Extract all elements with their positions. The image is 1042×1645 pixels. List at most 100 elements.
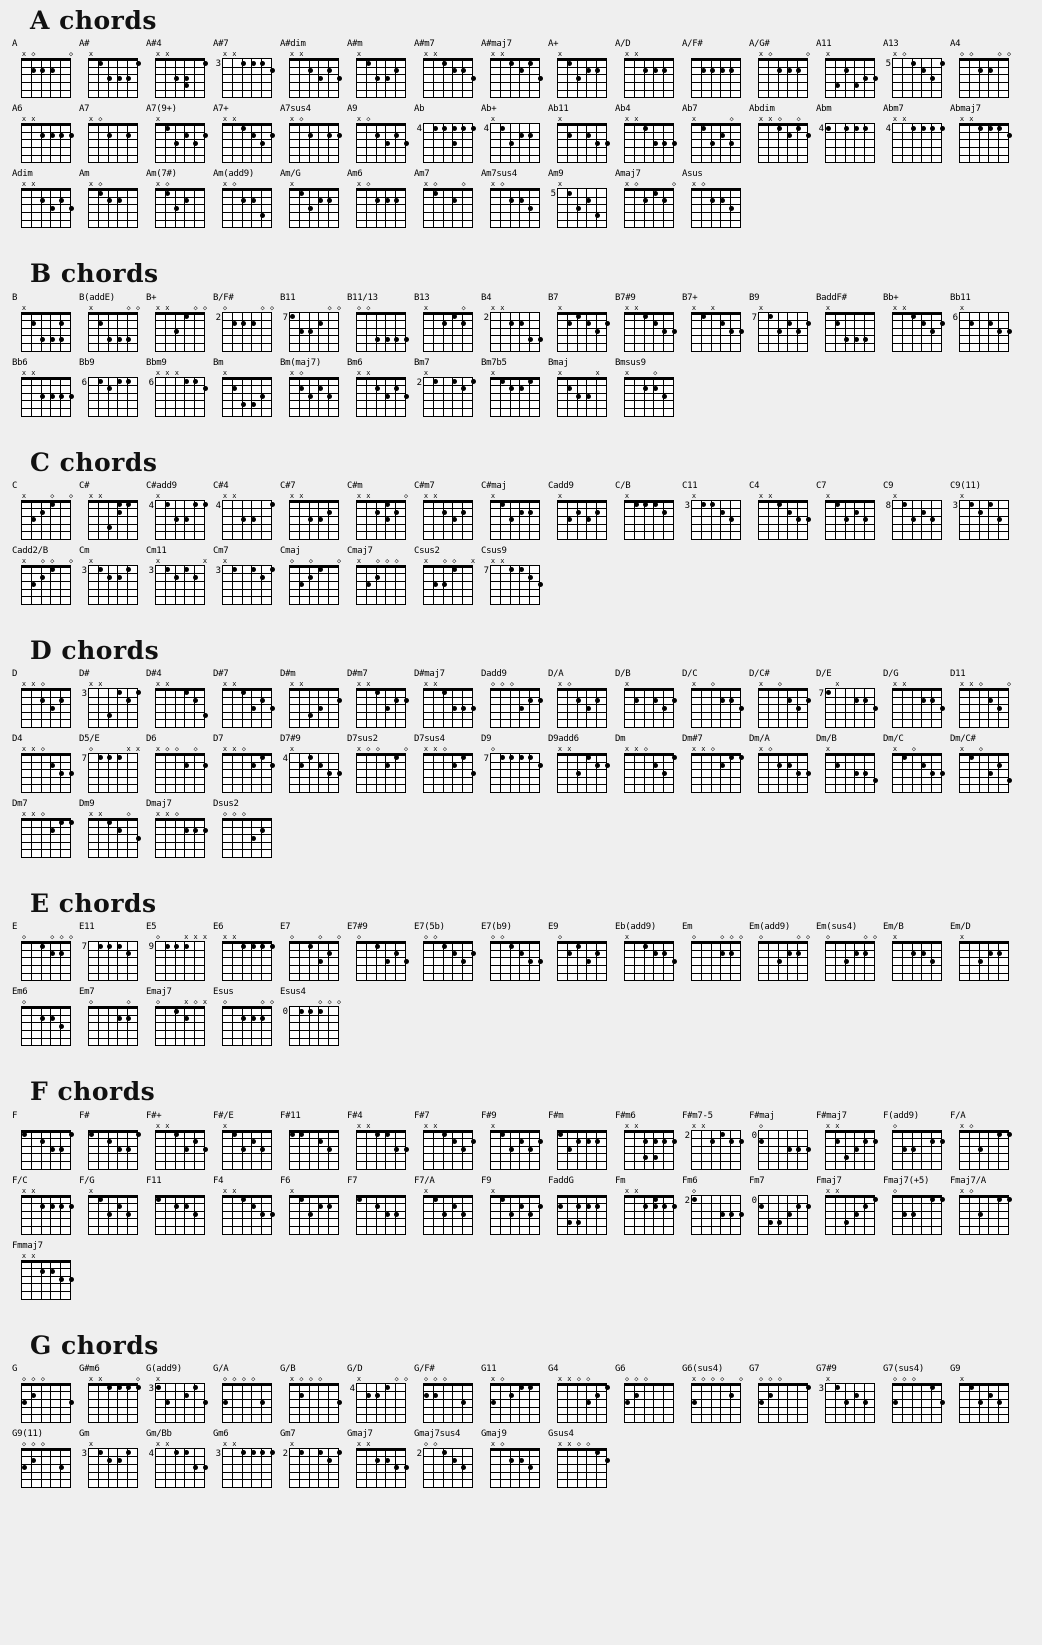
chord-cell[interactable]: A7sus40x◇: [280, 105, 347, 170]
chord-cell[interactable]: Bb9 6: [79, 358, 146, 424]
chord-cell[interactable]: G40xx◇◇: [548, 1364, 615, 1430]
chord-cell[interactable]: F#m60xx: [615, 1111, 682, 1177]
chord-cell[interactable]: A+0x: [548, 40, 615, 105]
chord-cell[interactable]: G90x: [950, 1364, 1017, 1430]
chord-cell[interactable]: A#maj70xx: [481, 40, 548, 105]
chord-cell[interactable]: A110x: [816, 40, 883, 105]
chord-cell[interactable]: FaddG0: [548, 1176, 615, 1242]
chord-cell[interactable]: Cm11 3 x x: [146, 546, 213, 612]
chord-cell[interactable]: Dadd90◇◇◇: [481, 670, 548, 735]
chord-cell[interactable]: F#90x: [481, 1111, 548, 1177]
chord-cell[interactable]: Gm7 2 x: [280, 1429, 347, 1495]
chord-cell[interactable]: C#maj0x: [481, 481, 548, 547]
chord-cell[interactable]: Cadd2/B0x◇◇◇: [12, 546, 79, 612]
chord-cell[interactable]: Gsus40xx◇◇: [548, 1429, 615, 1495]
chord-cell[interactable]: Ab70x◇: [682, 105, 749, 170]
chord-cell[interactable]: G110x◇: [481, 1364, 548, 1430]
chord-cell[interactable]: D9add60xx: [548, 735, 615, 800]
chord-cell[interactable]: Em/D0x: [950, 923, 1017, 988]
chord-cell[interactable]: E7(b9)0◇◇: [481, 923, 548, 988]
chord-cell[interactable]: C11 3 x: [682, 481, 749, 547]
chord-cell[interactable]: A/D0xx: [615, 40, 682, 105]
chord-cell[interactable]: E70◇◇◇: [280, 923, 347, 988]
chord-cell[interactable]: F60x: [280, 1176, 347, 1242]
chord-cell[interactable]: Fm0xx: [615, 1176, 682, 1242]
chord-cell[interactable]: C#add9 4 x: [146, 481, 213, 547]
chord-cell[interactable]: Adim0xx: [12, 170, 79, 235]
chord-cell[interactable]: D/A0x◇: [548, 670, 615, 735]
chord-cell[interactable]: D40xx◇: [12, 735, 79, 800]
chord-cell[interactable]: D/C0x◇: [682, 670, 749, 735]
chord-cell[interactable]: Emaj70◇x◇x: [146, 988, 213, 1053]
chord-cell[interactable]: F70: [347, 1176, 414, 1242]
chord-cell[interactable]: D7#9 4 x: [280, 735, 347, 800]
chord-cell[interactable]: Abm 4: [816, 105, 883, 170]
chord-cell[interactable]: B11 7 ◇ ◇: [280, 293, 347, 359]
chord-cell[interactable]: Fmaj7(+5)0◇: [883, 1176, 950, 1242]
chord-cell[interactable]: F90x: [481, 1176, 548, 1242]
chord-cell[interactable]: Dm0xx◇: [615, 735, 682, 800]
chord-cell[interactable]: B(addE)0x◇◇: [79, 293, 146, 359]
chord-cell[interactable]: Dmaj70xx◇: [146, 800, 213, 865]
chord-cell[interactable]: C9(11) 3 x: [950, 481, 1017, 547]
chord-cell[interactable]: F0: [12, 1111, 79, 1177]
chord-cell[interactable]: G9(11)0◇◇◇: [12, 1429, 79, 1495]
chord-cell[interactable]: C#m70xx: [414, 481, 481, 547]
chord-cell[interactable]: A#dim0xx: [280, 40, 347, 105]
chord-cell[interactable]: D#maj70xx: [414, 670, 481, 735]
chord-cell[interactable]: Am/G0x: [280, 170, 347, 235]
chord-cell[interactable]: A/G#0x◇◇: [749, 40, 816, 105]
chord-cell[interactable]: Fmaj7/A0x◇: [950, 1176, 1017, 1242]
chord-cell[interactable]: Am(7#)0x◇: [146, 170, 213, 235]
chord-cell[interactable]: G60◇◇◇: [615, 1364, 682, 1430]
chord-cell[interactable]: Cadd90x: [548, 481, 615, 547]
chord-cell[interactable]: Cm 3 x: [79, 546, 146, 612]
chord-cell[interactable]: F/A0x◇: [950, 1111, 1017, 1177]
chord-cell[interactable]: F#40xx: [347, 1111, 414, 1177]
chord-cell[interactable]: Cmaj70x◇◇◇: [347, 546, 414, 612]
chord-cell[interactable]: Am70x◇◇: [414, 170, 481, 235]
chord-cell[interactable]: D#m70xx: [347, 670, 414, 735]
chord-cell[interactable]: Gm 3 x: [79, 1429, 146, 1495]
chord-cell[interactable]: A7(9+)0x: [146, 105, 213, 170]
chord-cell[interactable]: D#70xx: [213, 670, 280, 735]
chord-cell[interactable]: Ab40xx: [615, 105, 682, 170]
chord-cell[interactable]: F#+0xx: [146, 1111, 213, 1177]
chord-cell[interactable]: F110: [146, 1176, 213, 1242]
chord-cell[interactable]: G7(sus4)0◇◇◇: [883, 1364, 950, 1430]
chord-cell[interactable]: Bm60xx: [347, 358, 414, 424]
chord-cell[interactable]: C#m0xx◇: [347, 481, 414, 547]
chord-cell[interactable]: E60xx: [213, 923, 280, 988]
chord-cell[interactable]: D/B0x: [615, 670, 682, 735]
chord-cell[interactable]: B/F# 2 ◇ ◇ ◇: [213, 293, 280, 359]
chord-cell[interactable]: G70◇◇◇: [749, 1364, 816, 1430]
chord-cell[interactable]: Am(add9)0x◇: [213, 170, 280, 235]
chord-cell[interactable]: Fm7 0: [749, 1176, 816, 1242]
chord-cell[interactable]: A60xx: [12, 105, 79, 170]
chord-cell[interactable]: C70x: [816, 481, 883, 547]
chord-cell[interactable]: Eb(add9)0x: [615, 923, 682, 988]
chord-cell[interactable]: A7+0xx: [213, 105, 280, 170]
chord-cell[interactable]: D9 7 ◇: [481, 735, 548, 800]
chord-cell[interactable]: A0x◇◇: [12, 40, 79, 105]
chord-cell[interactable]: C9 8 x: [883, 481, 950, 547]
chord-cell[interactable]: Amaj70x◇◇: [615, 170, 682, 235]
chord-cell[interactable]: Am7sus40x◇: [481, 170, 548, 235]
chord-cell[interactable]: C#0xx: [79, 481, 146, 547]
chord-cell[interactable]: D60x◇◇◇: [146, 735, 213, 800]
chord-cell[interactable]: D#m0xx: [280, 670, 347, 735]
chord-cell[interactable]: D# 3 x x: [79, 670, 146, 735]
chord-cell[interactable]: A#40xx: [146, 40, 213, 105]
chord-cell[interactable]: F40xx: [213, 1176, 280, 1242]
chord-cell[interactable]: Bmsus90x◇: [615, 358, 682, 424]
chord-cell[interactable]: Bm(maj7)0x◇: [280, 358, 347, 424]
chord-cell[interactable]: Bb+0xx: [883, 293, 950, 359]
chord-cell[interactable]: Dsus20◇◇◇: [213, 800, 280, 865]
chord-cell[interactable]: G/A0◇◇◇◇: [213, 1364, 280, 1430]
chord-cell[interactable]: G0◇◇◇: [12, 1364, 79, 1430]
chord-cell[interactable]: F7/A0x: [414, 1176, 481, 1242]
chord-cell[interactable]: D7sus20x◇◇◇: [347, 735, 414, 800]
chord-cell[interactable]: F#110: [280, 1111, 347, 1177]
chord-cell[interactable]: Abm7 4 x x: [883, 105, 950, 170]
chord-cell[interactable]: F#maj 0 ◇: [749, 1111, 816, 1177]
